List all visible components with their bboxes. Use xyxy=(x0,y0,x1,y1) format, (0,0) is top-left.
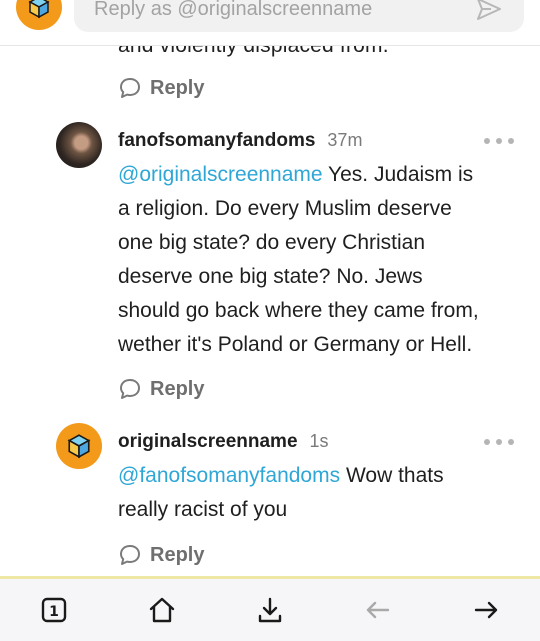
comment-body: @originalscreenname Yes. Judaism is a re… xyxy=(118,158,518,362)
username[interactable]: originalscreenname xyxy=(118,431,298,453)
forward-button[interactable] xyxy=(464,588,508,632)
comment-header: originalscreenname 1s xyxy=(118,431,329,453)
comment-line: a religion. Do every Muslim deserve xyxy=(118,197,452,220)
avatar[interactable] xyxy=(56,423,102,469)
reply-bar: Reply as @originalscreenname xyxy=(0,0,540,46)
reply-label: Reply xyxy=(150,543,205,566)
comment-text: Yes. Judaism is xyxy=(322,163,474,186)
speech-bubble-icon xyxy=(120,545,140,565)
comment-line: really racist of you xyxy=(118,498,288,521)
back-button[interactable] xyxy=(356,588,400,632)
reply-button[interactable]: Reply xyxy=(118,76,204,100)
download-button[interactable] xyxy=(248,588,292,632)
reply-button[interactable]: Reply xyxy=(118,377,204,401)
tabs-button[interactable]: 1 xyxy=(32,588,76,632)
timestamp: 37m xyxy=(327,130,363,150)
more-options-icon[interactable] xyxy=(484,438,514,446)
avatar[interactable] xyxy=(56,122,102,168)
reply-input-placeholder: Reply as @originalscreenname xyxy=(94,0,373,20)
home-icon xyxy=(149,597,175,623)
download-icon xyxy=(258,597,282,623)
comment-line: should go back where they came from, xyxy=(118,299,479,322)
bottom-navigation: 1 xyxy=(0,576,540,641)
comment-text: Wow thats xyxy=(340,464,444,487)
cube-icon xyxy=(67,434,91,459)
mention-link[interactable]: @fanofsomanyfandoms xyxy=(118,464,340,487)
reply-label: Reply xyxy=(150,76,205,99)
comment-header: fanofsomanyfandoms 37m xyxy=(118,130,362,152)
comment-line: deserve one big state? No. Jews xyxy=(118,265,423,288)
cube-icon xyxy=(28,0,50,19)
mention-link[interactable]: @originalscreenname xyxy=(118,163,323,186)
comment-body: @fanofsomanyfandoms Wow thats really rac… xyxy=(118,459,518,527)
tabs-count: 1 xyxy=(49,604,59,620)
previous-comment-text: and violently displaced from. xyxy=(118,46,389,58)
comment-line: @originalscreenname Yes. Judaism is xyxy=(118,158,518,192)
speech-bubble-icon xyxy=(120,379,140,399)
timestamp: 1s xyxy=(309,431,329,451)
comment-thread: and violently displaced from. Reply fano… xyxy=(0,46,540,576)
current-user-avatar xyxy=(16,0,62,30)
tabs-icon: 1 xyxy=(41,597,67,623)
reply-label: Reply xyxy=(150,377,205,400)
home-button[interactable] xyxy=(140,588,184,632)
reply-button[interactable]: Reply xyxy=(118,543,204,567)
speech-bubble-icon xyxy=(120,78,140,98)
username[interactable]: fanofsomanyfandoms xyxy=(118,130,315,152)
more-options-icon[interactable] xyxy=(484,137,514,145)
forward-arrow-icon xyxy=(474,601,498,619)
comment-line: one big state? do every Christian xyxy=(118,231,426,254)
reply-input[interactable]: Reply as @originalscreenname xyxy=(74,0,524,32)
comment-line: wether it's Poland or Germany or Hell. xyxy=(118,333,473,356)
back-arrow-icon xyxy=(366,601,390,619)
send-icon[interactable] xyxy=(474,0,504,24)
comment-line: @fanofsomanyfandoms Wow thats xyxy=(118,459,518,493)
